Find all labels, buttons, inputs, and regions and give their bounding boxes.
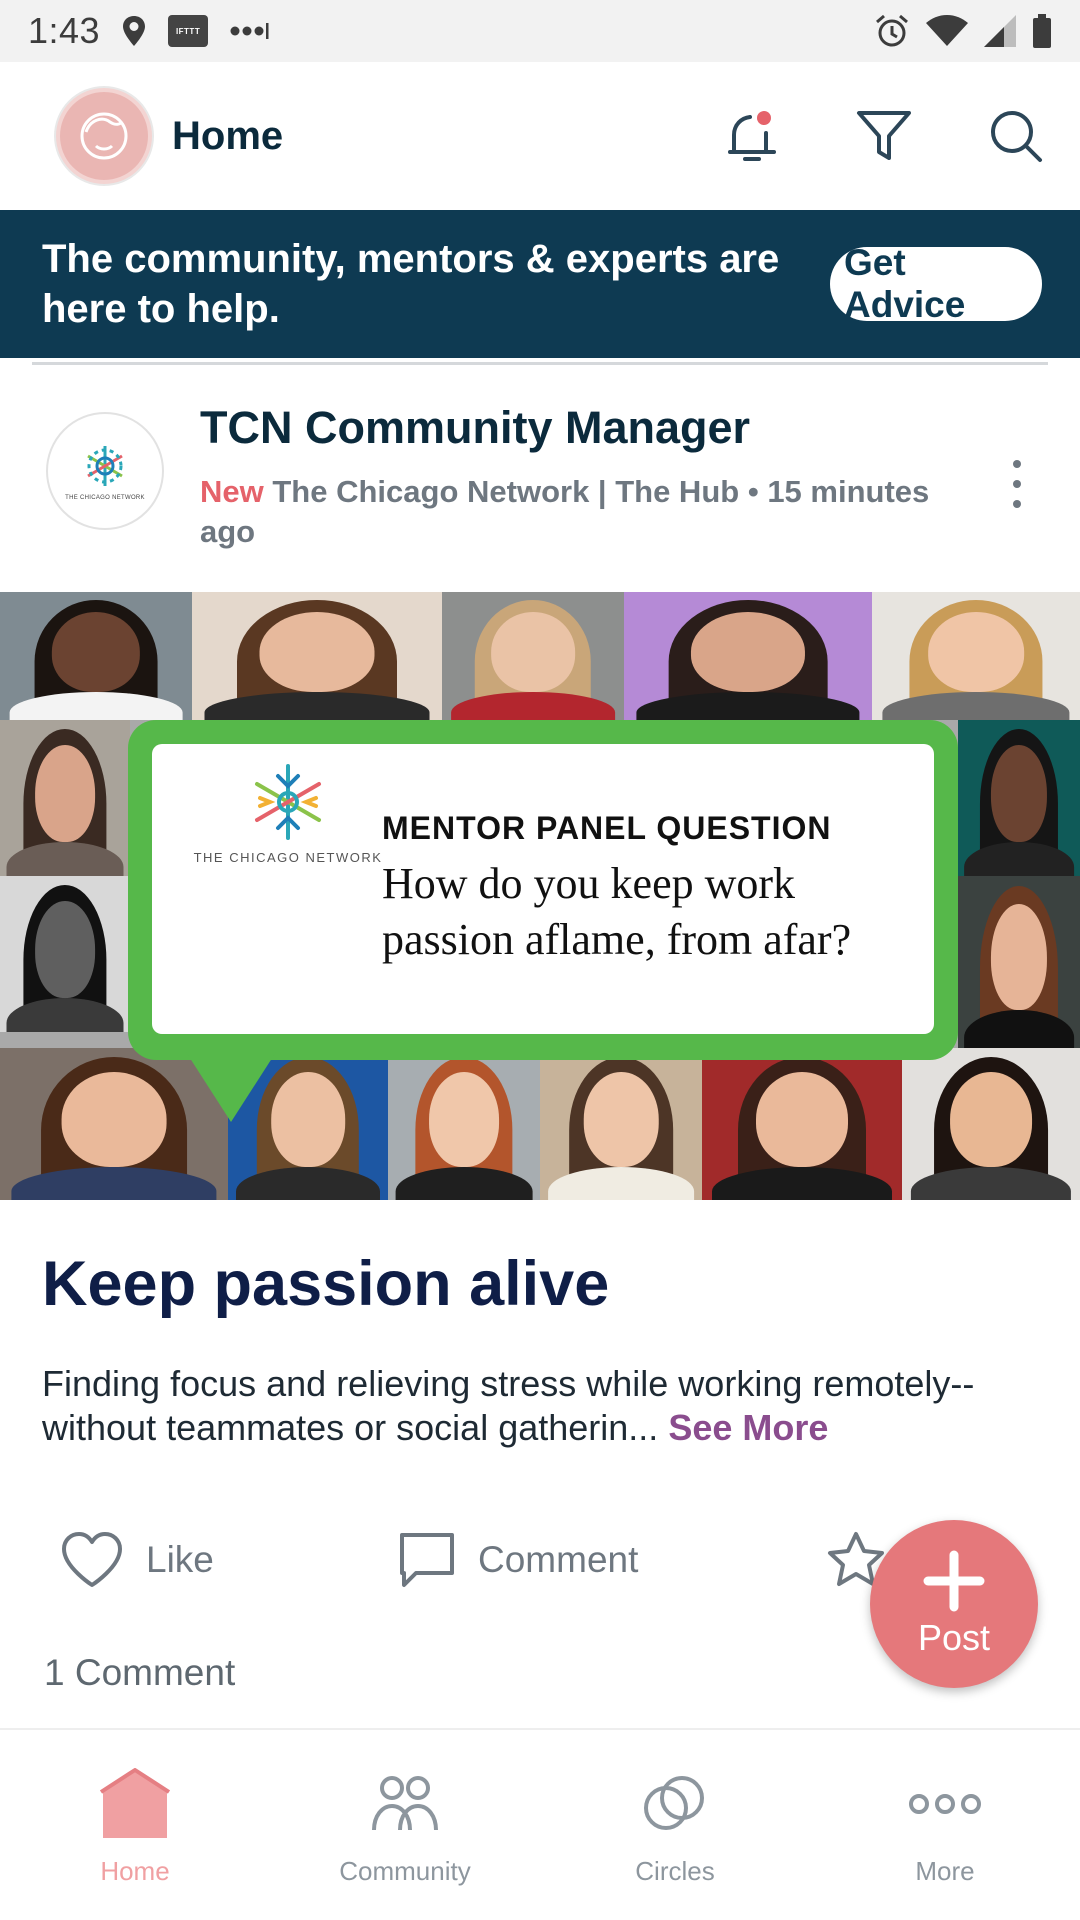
- mentor-photo: [540, 1048, 702, 1200]
- menu-dot: [1013, 480, 1021, 488]
- comment-label: Comment: [478, 1539, 639, 1580]
- battery-icon: [1032, 14, 1052, 48]
- nav-item-community[interactable]: Community: [270, 1730, 540, 1920]
- ifttt-label: IFTTT: [168, 15, 209, 47]
- comment-icon: [400, 1533, 454, 1587]
- home-icon: [97, 1766, 173, 1842]
- nav-label-circles: Circles: [635, 1856, 715, 1886]
- post-author-avatar[interactable]: THE CHICAGO NETWORK: [46, 412, 164, 530]
- user-avatar[interactable]: [56, 88, 152, 184]
- mentor-photo: [872, 592, 1080, 720]
- like-button[interactable]: Like: [60, 1520, 214, 1600]
- mentor-photo: [0, 592, 192, 720]
- post-source[interactable]: The Chicago Network | The Hub: [272, 474, 739, 509]
- mentor-photo: [0, 876, 130, 1032]
- excerpt-text: Finding focus and relieving stress while…: [42, 1363, 975, 1448]
- fab-label: Post: [917, 1617, 991, 1658]
- comment-button[interactable]: Comment: [398, 1520, 638, 1600]
- app-header: Home: [0, 62, 1080, 210]
- cell-signal-icon: [984, 15, 1016, 47]
- profile-face-icon: [80, 112, 128, 160]
- new-badge: New: [200, 474, 264, 509]
- snowflake-logo-icon: [255, 764, 321, 840]
- new-post-fab[interactable]: Post: [870, 1520, 1038, 1688]
- get-advice-button[interactable]: Get Advice: [830, 242, 1042, 325]
- image-kicker: MENTOR PANEL QUESTION: [382, 810, 832, 846]
- mentor-photo: [902, 1048, 1080, 1200]
- like-label: Like: [146, 1539, 214, 1580]
- nav-label-community: Community: [339, 1856, 471, 1886]
- avatar-caption: THE CHICAGO NETWORK: [65, 495, 145, 501]
- chicago-network-logo-icon: [87, 446, 123, 486]
- nav-item-more[interactable]: More: [810, 1730, 1080, 1920]
- divider: [32, 362, 1048, 365]
- post-author-name[interactable]: TCN Community Manager: [200, 402, 750, 454]
- status-bar: 1:43 IFTTT: [0, 0, 1080, 62]
- nav-label-home: Home: [100, 1856, 170, 1886]
- ifttt-icon: IFTTT: [168, 15, 209, 47]
- status-bar-left: 1:43 IFTTT: [28, 10, 270, 52]
- mentor-photo: [958, 720, 1080, 876]
- notifications-button[interactable]: [722, 106, 782, 166]
- help-banner: The community, mentors & experts are her…: [0, 210, 1080, 358]
- chicago-network-logo: THE CHICAGO NETWORK: [188, 760, 388, 865]
- page-title: Home: [172, 113, 284, 158]
- notification-dot: [757, 111, 771, 125]
- mentor-photo: [958, 876, 1080, 1048]
- mentor-photo: [0, 720, 130, 876]
- banner-text: The community, mentors & experts are her…: [42, 237, 780, 331]
- post-image[interactable]: THE CHICAGO NETWORK MENTOR PANEL QUESTIO…: [0, 592, 1080, 1200]
- notification-bell-icon: [728, 111, 776, 161]
- post-meta: New The Chicago Network | The Hub • 15 m…: [200, 472, 970, 552]
- community-icon: [370, 1766, 440, 1842]
- speech-bubble-tail: [186, 1052, 276, 1122]
- post-header: THE CHICAGO NETWORK TCN Community Manage…: [0, 372, 1080, 592]
- filter-icon: [857, 111, 911, 160]
- location-pin-icon: [122, 16, 146, 46]
- header-actions: [722, 106, 1046, 166]
- speech-bubble-content: THE CHICAGO NETWORK MENTOR PANEL QUESTIO…: [152, 744, 934, 1034]
- search-button[interactable]: [986, 106, 1046, 166]
- nav-label-more: More: [915, 1856, 975, 1886]
- status-bar-right: [874, 13, 1052, 49]
- bottom-navigation: Home Community Circles More: [0, 1728, 1080, 1920]
- meta-separator: •: [747, 474, 759, 509]
- image-question: How do you keep work passion aflame, fro…: [382, 859, 852, 964]
- menu-dot: [1013, 460, 1021, 468]
- see-more-link[interactable]: See More: [668, 1407, 828, 1448]
- nav-item-home[interactable]: Home: [0, 1730, 270, 1920]
- mentor-photo: [702, 1048, 902, 1200]
- post-excerpt: Finding focus and relieving stress while…: [42, 1362, 1042, 1450]
- signal-dots-icon: [230, 21, 270, 41]
- plus-icon: [923, 1550, 985, 1612]
- status-time: 1:43: [28, 10, 101, 51]
- mentor-photo: [388, 1048, 540, 1200]
- logo-caption: THE CHICAGO NETWORK: [193, 850, 383, 865]
- heart-icon: [62, 1532, 122, 1587]
- mentor-photo: [624, 592, 872, 720]
- circles-icon: [642, 1766, 708, 1842]
- more-icon: [907, 1766, 983, 1842]
- alarm-icon: [874, 13, 910, 49]
- post-overflow-menu-button[interactable]: [1002, 454, 1032, 514]
- comment-count[interactable]: 1 Comment: [44, 1652, 235, 1694]
- search-icon: [991, 111, 1042, 162]
- menu-dot: [1013, 500, 1021, 508]
- nav-item-circles[interactable]: Circles: [540, 1730, 810, 1920]
- mentor-photo: [442, 592, 624, 720]
- wifi-icon: [926, 15, 968, 47]
- mentor-photo: [192, 592, 442, 720]
- filter-button[interactable]: [854, 106, 914, 166]
- post-title[interactable]: Keep passion alive: [42, 1248, 609, 1320]
